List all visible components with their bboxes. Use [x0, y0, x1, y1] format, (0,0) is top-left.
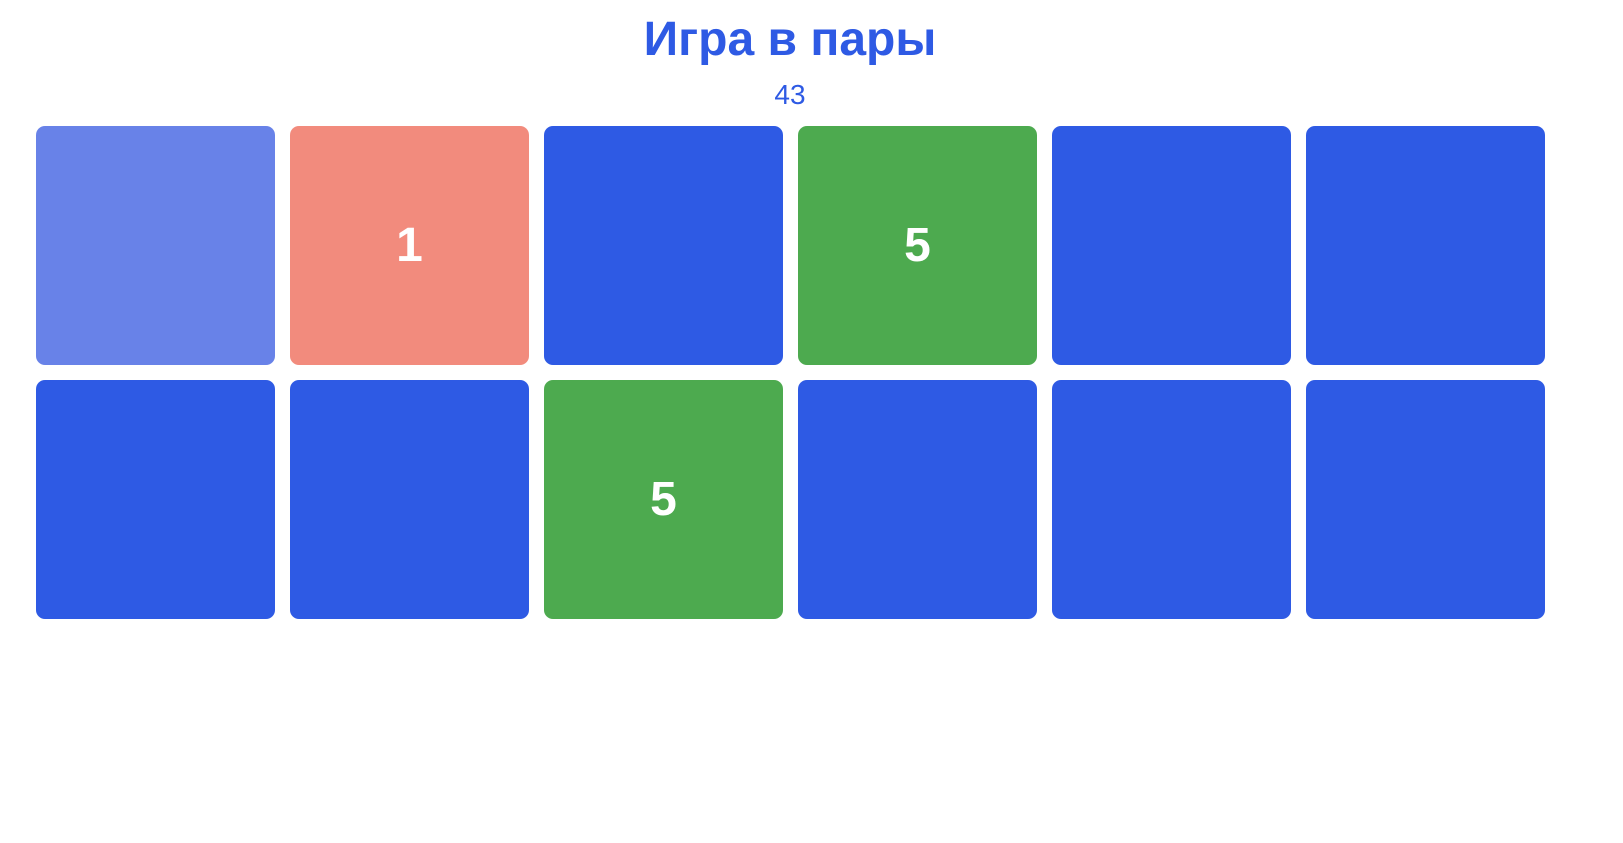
card-4[interactable]: 5 [798, 126, 1037, 365]
card-1[interactable] [36, 126, 275, 365]
card-board: 1 5 5 [36, 126, 1545, 619]
page-title: Игра в пары [643, 13, 937, 66]
game-page: Игра в пары 43 1 5 5 [0, 0, 1623, 843]
card-9[interactable]: 5 [544, 380, 783, 619]
card-12[interactable] [1306, 380, 1545, 619]
card-2[interactable]: 1 [290, 126, 529, 365]
card-6[interactable] [1306, 126, 1545, 365]
card-3[interactable] [544, 126, 783, 365]
card-10[interactable] [798, 380, 1037, 619]
card-8[interactable] [290, 380, 529, 619]
card-11[interactable] [1052, 380, 1291, 619]
card-7[interactable] [36, 380, 275, 619]
card-5[interactable] [1052, 126, 1291, 365]
move-counter: 43 [774, 79, 806, 110]
